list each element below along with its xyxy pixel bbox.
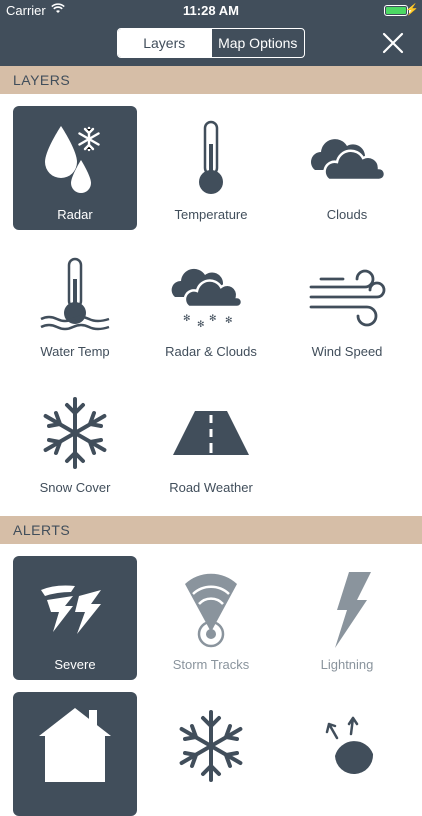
segmented-control: Layers Map Options (117, 28, 305, 58)
severe-icon (41, 585, 101, 634)
layer-temperature[interactable]: Temperature (149, 106, 273, 230)
layer-label: Road Weather (169, 480, 253, 495)
thermometer-icon (199, 120, 223, 194)
layer-label: Radar (57, 207, 93, 222)
radar-clouds-icon: ✻ ✻ ✻ ✻ (171, 268, 244, 330)
layer-snow-cover[interactable]: Snow Cover (13, 379, 137, 503)
clouds-icon (311, 139, 387, 182)
storm-tracks-icon (185, 573, 237, 648)
svg-text:✻: ✻ (209, 314, 217, 324)
alert-label: Severe (54, 657, 96, 672)
section-header-layers: LAYERS (0, 66, 422, 94)
clock: 11:28 AM (183, 3, 239, 18)
alert-label: Lightning (320, 657, 374, 672)
road-icon (173, 411, 249, 455)
alert-lightning[interactable]: Lightning (285, 556, 409, 680)
layer-label: Radar & Clouds (165, 344, 257, 359)
layer-label: Temperature (174, 207, 248, 222)
close-icon[interactable] (380, 30, 406, 56)
layer-label: Wind Speed (311, 344, 383, 359)
alert-home[interactable] (13, 692, 137, 816)
alert-label: Storm Tracks (172, 657, 250, 672)
layer-road-weather[interactable]: Road Weather (149, 379, 273, 503)
snowflake-icon (43, 397, 107, 469)
svg-text:✻: ✻ (197, 320, 205, 330)
alert-severe[interactable]: Severe (13, 556, 137, 680)
section-header-alerts: ALERTS (0, 516, 422, 544)
layer-label: Clouds (326, 207, 368, 222)
layer-water-temp[interactable]: Water Temp (13, 243, 137, 367)
tropical-icon (325, 716, 374, 775)
tab-layers[interactable]: Layers (118, 29, 211, 57)
house-icon (39, 708, 111, 782)
layer-radar[interactable]: Radar (13, 106, 137, 230)
snowflake-icon (179, 710, 243, 782)
wind-icon (309, 269, 386, 327)
alert-tropical[interactable] (285, 692, 409, 816)
layer-wind-speed[interactable]: Wind Speed (285, 243, 409, 367)
layer-clouds[interactable]: Clouds (285, 106, 409, 230)
water-temp-icon (40, 257, 110, 331)
alert-storm-tracks[interactable]: Storm Tracks (149, 556, 273, 680)
header: Carrier 11:28 AM ⚡ Layers Map Options (0, 0, 422, 66)
status-bar: Carrier 11:28 AM ⚡ (0, 0, 422, 22)
radar-icon (45, 126, 100, 193)
tab-map-options[interactable]: Map Options (210, 29, 305, 57)
svg-text:✻: ✻ (183, 314, 191, 324)
alert-winter[interactable] (149, 692, 273, 816)
lightning-icon (335, 572, 371, 648)
svg-text:✻: ✻ (225, 316, 233, 326)
layer-label: Snow Cover (39, 480, 111, 495)
layer-radar-clouds[interactable]: ✻ ✻ ✻ ✻ Radar & Clouds (149, 243, 273, 367)
layer-label: Water Temp (40, 344, 110, 359)
charging-icon: ⚡ (405, 4, 419, 16)
